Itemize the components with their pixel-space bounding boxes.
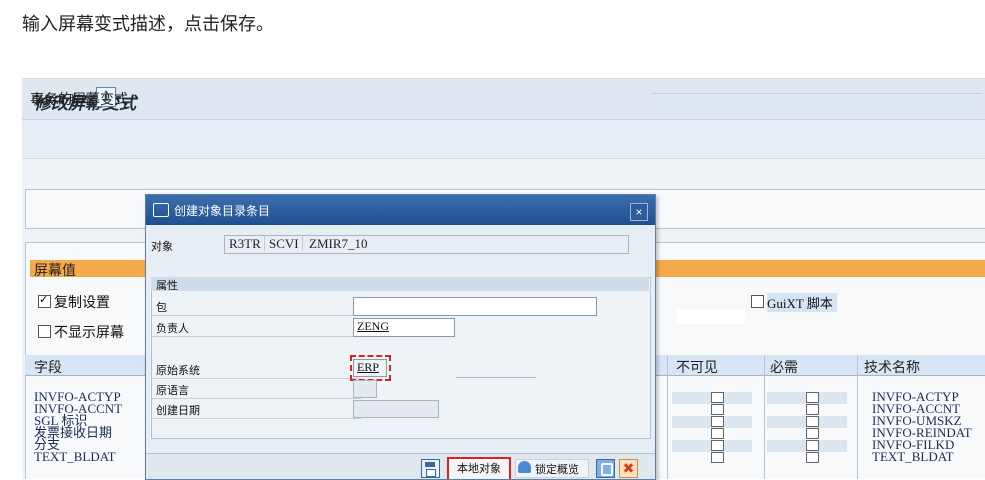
invisible-checkbox[interactable] <box>711 392 724 403</box>
required-checkbox[interactable] <box>806 392 819 403</box>
guixt-toolbar <box>22 120 985 159</box>
copy-settings-checkbox[interactable] <box>38 293 51 308</box>
instruction-text: 输入屏幕变式描述，点击保存。 <box>22 14 274 34</box>
required-checkbox[interactable] <box>806 452 819 463</box>
created-date-label: 创建日期 <box>156 405 200 417</box>
screen-values-label: 屏幕值 <box>34 264 76 279</box>
field-name-cell: TEXT_BLDAT <box>34 449 116 464</box>
column-divider <box>764 355 765 479</box>
invisible-checkbox[interactable] <box>711 404 724 415</box>
dialog-window-icon <box>153 203 169 217</box>
owner-label: 负责人 <box>156 323 189 335</box>
required-checkbox[interactable] <box>806 404 819 415</box>
package-input[interactable] <box>353 297 597 316</box>
tech-name-cell: TEXT_BLDAT <box>872 449 954 464</box>
row-divider <box>151 418 361 419</box>
column-header-invisible: 不可见 <box>676 361 718 376</box>
guixt-script-checkbox[interactable] <box>751 295 764 308</box>
local-object-button[interactable]: 本地对象 <box>447 457 511 479</box>
orig-system-highlight <box>350 355 391 381</box>
orig-system-label: 原始系统 <box>156 365 200 377</box>
hide-screen-label: 不显示屏幕 <box>54 326 124 341</box>
required-checkbox[interactable] <box>806 440 819 451</box>
divider <box>456 377 536 378</box>
dialog-title: 创建对象目录条目 <box>174 204 271 218</box>
package-label: 包 <box>156 302 167 314</box>
column-divider <box>667 355 668 479</box>
column-header-tech-name: 技术名称 <box>864 361 920 376</box>
variant-description-field[interactable] <box>652 93 982 108</box>
object-type: SCVI <box>266 236 303 251</box>
row-divider <box>151 378 361 379</box>
blank-area <box>677 309 745 324</box>
guixt-script-label: GuiXT 脚本 <box>767 293 837 312</box>
row-divider <box>151 315 361 316</box>
object-name: ZMIR7_10 <box>309 236 368 251</box>
required-checkbox[interactable] <box>806 428 819 439</box>
invisible-checkbox[interactable] <box>711 440 724 451</box>
column-header-required: 必需 <box>770 361 798 376</box>
required-checkbox[interactable] <box>806 416 819 427</box>
cancel-icon[interactable]: ✖ <box>619 459 638 478</box>
variant-label: 事务的屏幕变式 <box>30 93 128 108</box>
object-program-id: R3TR <box>226 236 265 251</box>
lock-overview-label: 锁定概览 <box>535 464 579 476</box>
orig-language-label: 原语言 <box>156 385 189 397</box>
attributes-label: 属性 <box>156 280 178 292</box>
column-header-field: 字段 <box>34 361 62 376</box>
column-divider <box>857 355 858 479</box>
attributes-header <box>151 277 649 291</box>
lock-icon <box>518 461 531 473</box>
save-icon[interactable] <box>421 459 440 478</box>
close-icon[interactable]: × <box>630 203 648 221</box>
invisible-checkbox[interactable] <box>711 428 724 439</box>
owner-value: ZENG <box>357 319 389 333</box>
copy-settings-label: 复制设置 <box>54 296 110 311</box>
object-label: 对象 <box>151 241 173 253</box>
row-divider <box>151 398 361 399</box>
created-date-field <box>353 400 439 418</box>
invisible-checkbox[interactable] <box>711 416 724 427</box>
hide-screen-checkbox[interactable] <box>38 325 51 338</box>
transport-icon[interactable] <box>596 459 615 478</box>
row-divider <box>151 336 361 337</box>
create-catalog-entry-dialog: 创建对象目录条目 × 对象 R3TR SCVI ZMIR7_10 属性 包 负责… <box>145 194 656 480</box>
orig-language-field <box>353 380 377 398</box>
invisible-checkbox[interactable] <box>711 452 724 463</box>
